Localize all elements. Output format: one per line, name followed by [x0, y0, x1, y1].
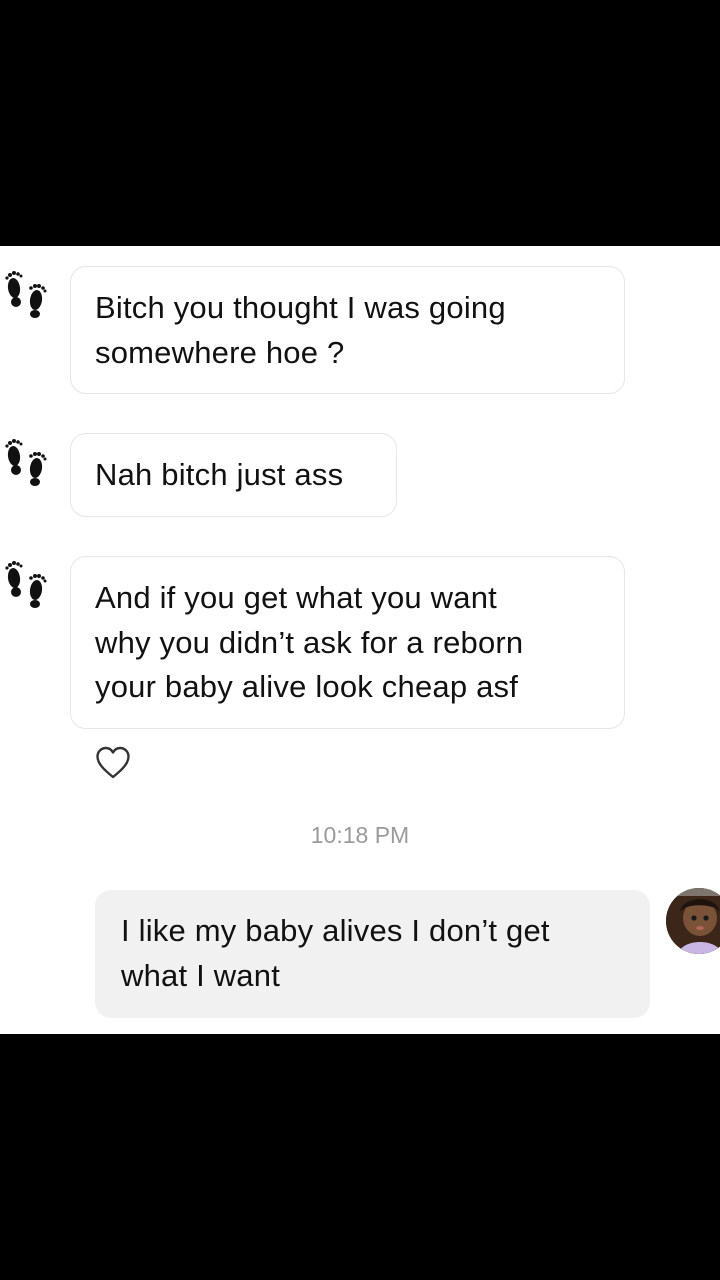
letterbox-bottom	[0, 1034, 720, 1280]
message-timestamp: 10:18 PM	[310, 822, 410, 848]
message-line: Bitch you thought I was going	[95, 290, 506, 325]
letterbox-top	[0, 0, 720, 246]
footprints-icon[interactable]	[0, 556, 50, 608]
message-line: why you didn’t ask for a reborn	[95, 624, 524, 660]
message-line: what I want	[121, 957, 281, 993]
message-line: Nah bitch just ass	[95, 457, 344, 492]
outgoing-message[interactable]: I like my baby alives I don’t get what I…	[95, 890, 650, 1018]
footprints-icon[interactable]	[0, 266, 50, 318]
message-line: somewhere hoe ?	[95, 334, 345, 370]
chat-view[interactable]: Bitch you thought I was going somewhere …	[0, 246, 720, 1034]
incoming-message[interactable]: And if you get what you want why you did…	[70, 556, 625, 729]
incoming-message[interactable]: Nah bitch just ass	[70, 433, 397, 517]
message-line: I like my baby alives I don’t get	[121, 913, 550, 948]
message-line: And if you get what you want	[95, 580, 497, 615]
user-avatar[interactable]	[666, 888, 720, 954]
incoming-message[interactable]: Bitch you thought I was going somewhere …	[70, 266, 625, 394]
footprints-icon[interactable]	[0, 434, 50, 486]
doll-photo-avatar-icon	[666, 888, 720, 954]
heart-outline-icon[interactable]	[95, 746, 131, 780]
message-line: your baby alive look cheap asf	[95, 669, 519, 704]
